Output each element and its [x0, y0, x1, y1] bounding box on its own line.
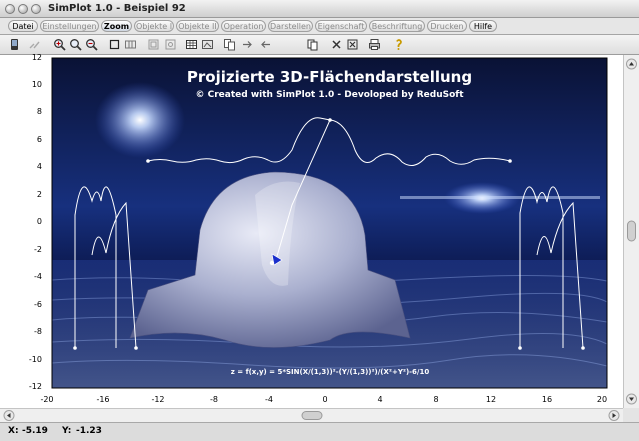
arrow-left-button[interactable]: [258, 37, 273, 52]
grid-button[interactable]: [123, 37, 138, 52]
vertical-scrollbar[interactable]: [623, 55, 639, 408]
tab-darstellen[interactable]: Darstellen: [268, 20, 313, 32]
fit-all-button[interactable]: [163, 37, 178, 52]
close-x-icon: [332, 40, 341, 49]
x-tick-label: -20: [40, 395, 54, 404]
horizontal-scrollbar[interactable]: [0, 408, 623, 422]
close-x-button[interactable]: [329, 37, 344, 52]
scrollbar-corner: [623, 408, 639, 422]
horizontal-scroll-thumb[interactable]: [301, 411, 323, 420]
x-tick-label: 4: [377, 395, 383, 404]
tab-eigenschaft[interactable]: Eigenschaft: [315, 20, 367, 32]
print-icon: [369, 39, 380, 50]
status-y-label: Y:: [62, 426, 72, 436]
tab-operation[interactable]: Operation: [221, 20, 266, 32]
chart-title: Projizierte 3D-Flächendarstellung: [186, 68, 473, 86]
x-tick-label: -4: [265, 395, 273, 404]
fit-all-icon: [165, 39, 176, 50]
tab-hilfe[interactable]: Hilfe: [469, 20, 497, 32]
copy-button[interactable]: [222, 37, 237, 52]
tab-einstellungen[interactable]: Einstellungen: [40, 20, 99, 32]
arrow-right-icon: [243, 41, 252, 48]
y-tick-label: 4: [36, 162, 42, 171]
pages-icon: [307, 39, 318, 51]
menu-tab-bar: Datei Einstellungen Zoom Objekte I Objek…: [0, 18, 639, 35]
y-tick-label: 0: [36, 217, 42, 226]
status-bar: X: -5.19 Y: -1.23: [0, 422, 639, 441]
table-button[interactable]: [184, 37, 199, 52]
help-button[interactable]: [391, 37, 406, 52]
light-streak: [400, 196, 600, 199]
chart-subtitle: © Created with SimPlot 1.0 - Devoloped b…: [195, 90, 464, 100]
chart-formula: z = f(x,y) = 5*SIN(X/(1,3))²-(Y/(1,3))²)…: [230, 368, 430, 376]
table-icon: [186, 40, 197, 49]
tab-beschriftung[interactable]: Beschriftung: [369, 20, 425, 32]
close-box-button[interactable]: [345, 37, 360, 52]
device-button[interactable]: [7, 37, 22, 52]
device-icon: [11, 39, 18, 50]
y-tick-label: -12: [28, 382, 42, 391]
plot-area[interactable]: Projizierte 3D-Flächendarstellung © Crea…: [0, 53, 623, 408]
status-y-value: -1.23: [76, 426, 102, 436]
x-tick-label: 0: [322, 395, 328, 404]
x-tick-label: 8: [433, 395, 439, 404]
y-tick-label: -10: [28, 355, 42, 364]
select-rect-icon: [109, 39, 120, 50]
link-button[interactable]: [27, 37, 42, 52]
x-tick-label: 16: [541, 395, 553, 404]
link-icon: [29, 41, 40, 49]
vertical-scroll-thumb[interactable]: [627, 220, 636, 242]
x-tick-label: -16: [96, 395, 110, 404]
x-tick-label: 20: [596, 395, 608, 404]
y-tick-label: 12: [31, 53, 42, 62]
select-rect-button[interactable]: [107, 37, 122, 52]
x-tick-label: -8: [210, 395, 218, 404]
copy-icon: [224, 39, 235, 51]
zoom-button[interactable]: [68, 37, 83, 52]
fit-icon: [148, 39, 159, 50]
window-title: SimPlot 1.0 - Beispiel 92: [48, 3, 186, 14]
title-bar: SimPlot 1.0 - Beispiel 92: [0, 0, 639, 18]
tab-drucken[interactable]: Drucken: [427, 20, 467, 32]
print-button[interactable]: [367, 37, 382, 52]
y-tick-label: -2: [34, 245, 42, 254]
image-button[interactable]: [200, 37, 215, 52]
status-x-label: X:: [8, 426, 19, 436]
arrow-right-button[interactable]: [240, 37, 255, 52]
toolbar: [0, 35, 639, 55]
close-box-icon: [347, 39, 358, 50]
minimize-window-button[interactable]: [18, 4, 28, 14]
zoom-window-button[interactable]: [31, 4, 41, 14]
zoom-in-button[interactable]: [52, 37, 67, 52]
pages-button[interactable]: [305, 37, 320, 52]
zoom-icon: [70, 39, 82, 51]
y-tick-label: -8: [34, 327, 42, 336]
y-tick-label: 8: [36, 107, 42, 116]
x-tick-label: -12: [151, 395, 165, 404]
close-window-button[interactable]: [5, 4, 15, 14]
tab-objekte-1[interactable]: Objekte I: [134, 20, 174, 32]
x-tick-label: 12: [485, 395, 497, 404]
image-icon: [202, 40, 213, 49]
cursor-point-icon: [269, 260, 275, 266]
tab-zoom[interactable]: Zoom: [101, 20, 132, 32]
plot-canvas[interactable]: [0, 55, 623, 408]
y-tick-label: -4: [34, 272, 42, 281]
zoom-out-icon: [86, 39, 98, 51]
help-icon: [396, 39, 402, 50]
zoom-in-icon: [54, 39, 66, 51]
grid-icon: [125, 40, 136, 49]
tab-datei[interactable]: Datei: [8, 20, 38, 32]
status-x-value: -5.19: [22, 426, 48, 436]
y-tick-label: 2: [36, 190, 42, 199]
zoom-out-button[interactable]: [84, 37, 99, 52]
arrow-left-icon: [261, 41, 270, 48]
y-tick-label: 6: [36, 135, 42, 144]
y-tick-label: -6: [34, 300, 42, 309]
y-tick-label: 10: [31, 80, 42, 89]
tab-objekte-2[interactable]: Objekte II: [176, 20, 219, 32]
fit-button[interactable]: [146, 37, 161, 52]
